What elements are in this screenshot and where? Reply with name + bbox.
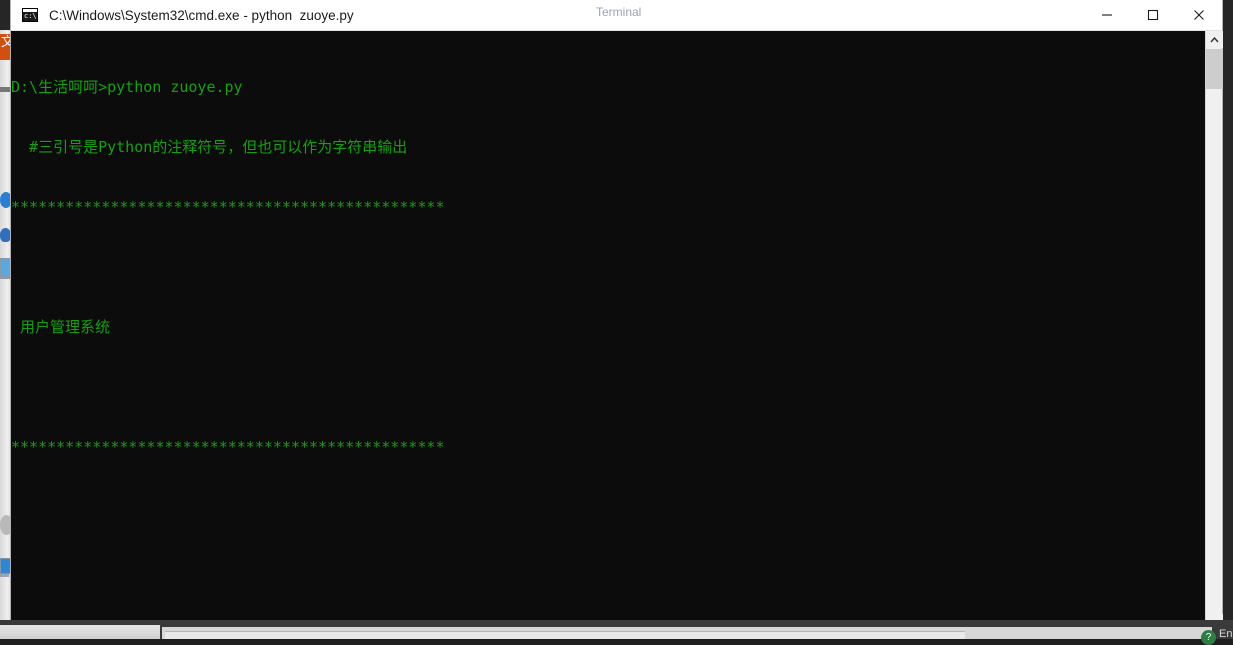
console-line: #三引号是Python的注释符号，但也可以作为字符串输出 (11, 137, 1205, 157)
console-scrollbar[interactable] (1205, 31, 1222, 631)
minimize-button[interactable] (1084, 0, 1130, 31)
console-line (11, 377, 1205, 397)
console-line (11, 257, 1205, 277)
monitor-stand-icon (0, 276, 10, 279)
cmd-console-icon (22, 8, 38, 22)
cmd-window: C:\Windows\System32\cmd.exe - python zuo… (10, 0, 1223, 632)
console-line: ****************************************… (11, 197, 1205, 217)
window-controls (1084, 0, 1222, 31)
console-area: D:\生活呵呵>python zuoye.py #三引号是Python的注释符号… (11, 31, 1222, 631)
tray-language-indicator[interactable]: En (1219, 628, 1232, 640)
taskbar (0, 620, 1233, 639)
console-line (11, 497, 1205, 517)
console-line (11, 557, 1205, 577)
blue-window-stand-icon (0, 574, 9, 577)
maximize-icon (1147, 9, 1159, 21)
window-title: C:\Windows\System32\cmd.exe - python zuo… (49, 8, 354, 23)
taskbar-app-label[interactable]: Terminal (596, 5, 641, 19)
chevron-up-icon (1210, 37, 1219, 43)
console-line: D:\生活呵呵>python zuoye.py (11, 77, 1205, 97)
minimize-icon (1101, 9, 1113, 21)
taskbar-inner-panel (165, 631, 965, 639)
console-line: 用户管理系统 (11, 317, 1205, 337)
console-output[interactable]: D:\生活呵呵>python zuoye.py #三引号是Python的注释符号… (11, 31, 1205, 631)
console-line: ****************************************… (11, 437, 1205, 457)
scrollbar-up-button[interactable] (1206, 31, 1223, 48)
taskbar-left-panel (0, 625, 160, 639)
tray-notification-badge[interactable]: ? (1201, 630, 1216, 645)
maximize-button[interactable] (1130, 0, 1176, 31)
close-icon (1193, 9, 1205, 21)
close-button[interactable] (1176, 0, 1222, 31)
scrollbar-thumb[interactable] (1206, 49, 1223, 89)
